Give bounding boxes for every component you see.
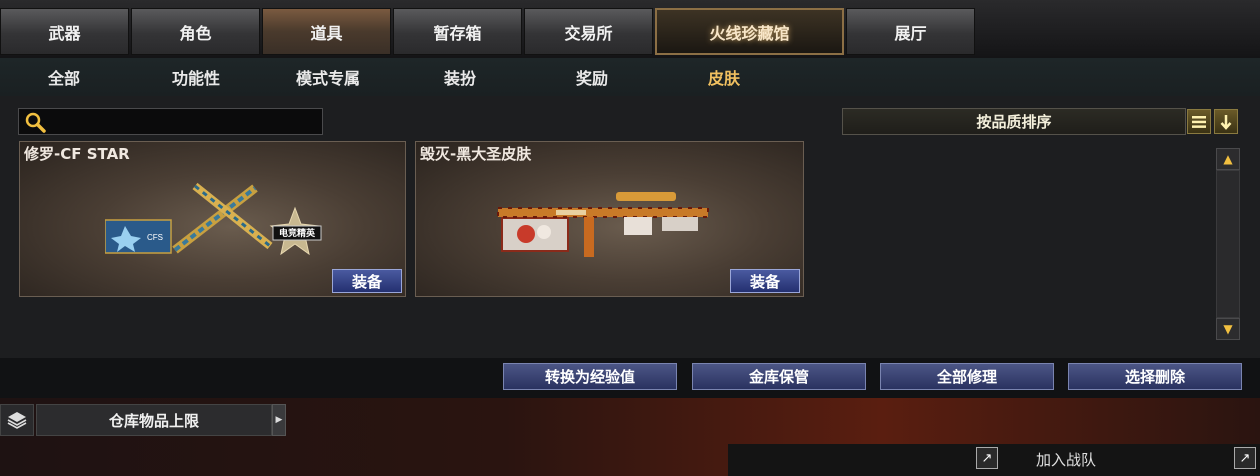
- arrow-down-icon[interactable]: [1214, 109, 1238, 134]
- storage-limit-text: 仓库物品上限: [108, 411, 199, 430]
- sort-dropdown[interactable]: 按品质排序: [842, 108, 1186, 135]
- tab-label: 角色: [179, 23, 212, 43]
- tab-collection-hall[interactable]: 火线珍藏馆: [655, 8, 844, 55]
- subtab-label: 装扮: [443, 69, 476, 88]
- item-card[interactable]: 修罗-CF STAR CFS 电竞精英 装备: [19, 141, 406, 297]
- equip-label: 装备: [351, 272, 382, 291]
- button-label: 全部修理: [936, 368, 997, 386]
- tab-items[interactable]: 道具: [262, 8, 391, 55]
- tab-label: 暂存箱: [433, 23, 482, 43]
- expand-arrow-icon[interactable]: ▶: [272, 404, 286, 436]
- search-icon[interactable]: [24, 111, 46, 133]
- scroll-down-button[interactable]: ▼: [1216, 318, 1240, 340]
- expand-icon[interactable]: ↗: [976, 447, 998, 469]
- weapon-image: [497, 192, 709, 257]
- scroll-up-button[interactable]: ▲: [1216, 148, 1240, 170]
- repair-all-button[interactable]: 全部修理: [880, 363, 1054, 390]
- button-label: 选择删除: [1124, 368, 1185, 386]
- subtab-label: 奖励: [575, 69, 608, 88]
- vault-store-button[interactable]: 金库保管: [692, 363, 866, 390]
- subtab-skins[interactable]: 皮肤: [674, 58, 774, 96]
- sort-label: 按品质排序: [976, 113, 1052, 131]
- convert-exp-button[interactable]: 转换为经验值: [503, 363, 677, 390]
- tab-temp-box[interactable]: 暂存箱: [393, 8, 522, 55]
- tab-label: 交易所: [564, 23, 613, 43]
- subtab-label: 皮肤: [707, 69, 740, 88]
- button-label: 转换为经验值: [544, 368, 635, 386]
- subtab-all[interactable]: 全部: [14, 58, 114, 96]
- esports-badge-text: 电竞精英: [279, 227, 316, 239]
- subtab-label: 全部: [47, 69, 80, 88]
- button-label: 金库保管: [748, 368, 809, 386]
- scrollbar-track[interactable]: [1216, 170, 1240, 318]
- subtab-dressup[interactable]: 装扮: [410, 58, 510, 96]
- join-team-label[interactable]: 加入战队: [1036, 449, 1096, 470]
- tab-label: 展厅: [894, 23, 927, 43]
- subtab-label: 模式专属: [295, 69, 360, 88]
- tab-label: 武器: [48, 23, 81, 43]
- subtab-mode-exclusive[interactable]: 模式专属: [278, 58, 378, 96]
- subtab-label: 功能性: [171, 69, 220, 88]
- item-card[interactable]: 毁灭-黑大圣皮肤 装备: [415, 141, 804, 297]
- list-icon[interactable]: [1187, 109, 1211, 134]
- storage-limit-label: 仓库物品上限: [36, 404, 272, 436]
- item-name: 修罗-CF STAR: [24, 145, 130, 163]
- tab-exchange[interactable]: 交易所: [524, 8, 653, 55]
- weapon-image: CFS 电竞精英: [105, 182, 322, 256]
- cfs-badge-text: CFS: [147, 233, 163, 242]
- tab-label: 道具: [310, 23, 343, 43]
- subtab-functional[interactable]: 功能性: [146, 58, 246, 96]
- select-delete-button[interactable]: 选择删除: [1068, 363, 1242, 390]
- equip-label: 装备: [749, 272, 780, 291]
- search-input[interactable]: [18, 108, 323, 135]
- equip-button[interactable]: 装备: [730, 269, 800, 293]
- item-name: 毁灭-黑大圣皮肤: [420, 145, 532, 163]
- tab-label: 火线珍藏馆: [709, 23, 790, 43]
- tab-characters[interactable]: 角色: [131, 8, 260, 55]
- subtab-rewards[interactable]: 奖励: [542, 58, 642, 96]
- tab-showroom[interactable]: 展厅: [846, 8, 975, 55]
- layers-icon[interactable]: [0, 404, 34, 436]
- tab-weapons[interactable]: 武器: [0, 8, 129, 55]
- equip-button[interactable]: 装备: [332, 269, 402, 293]
- expand-icon[interactable]: ↗: [1234, 447, 1256, 469]
